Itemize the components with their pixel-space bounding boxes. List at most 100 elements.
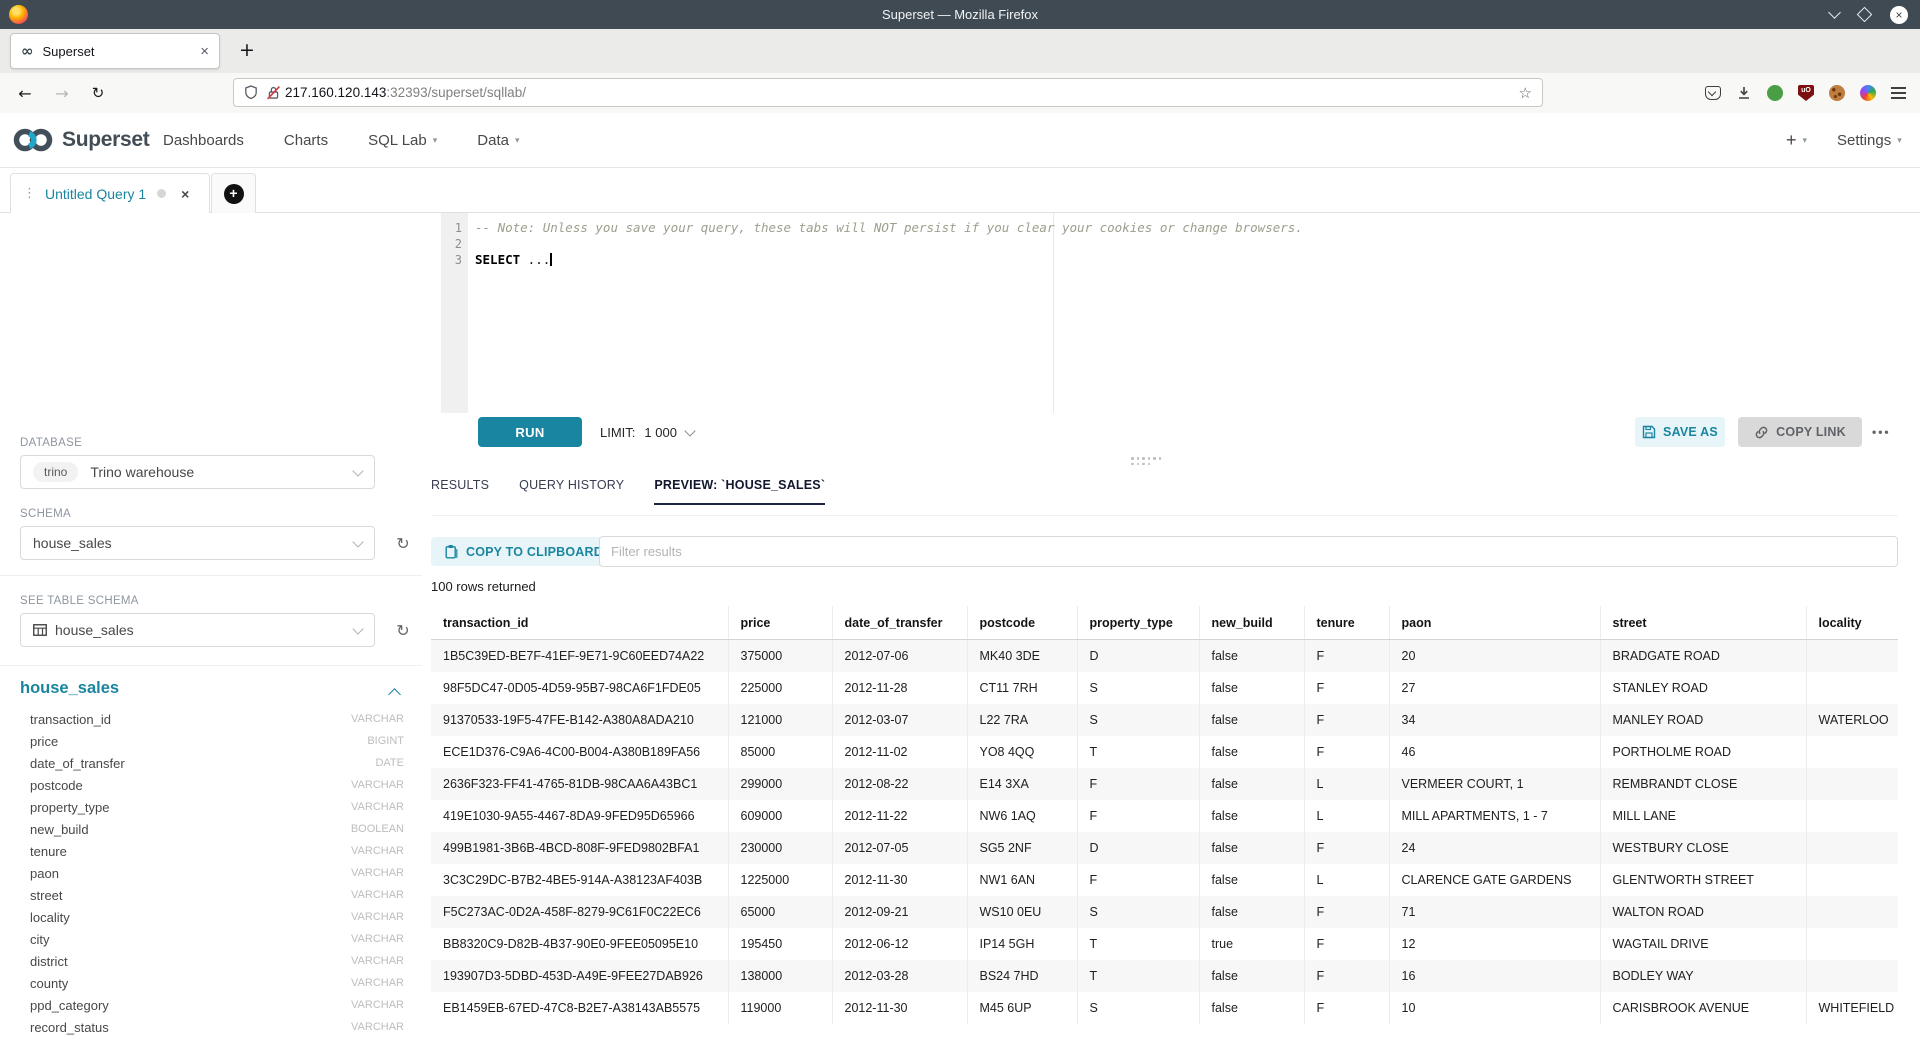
column-header-transaction_id[interactable]: transaction_id [431,606,728,640]
table-cell: 230000 [728,832,832,864]
column-row: new_buildBOOLEAN [20,818,404,840]
browser-new-tab-button[interactable]: + [233,37,261,65]
download-icon[interactable] [1736,85,1752,101]
chevron-down-icon [352,465,363,476]
column-type: VARCHAR [351,955,404,967]
filter-results-input[interactable] [599,536,1898,567]
column-header-date_of_transfer[interactable]: date_of_transfer [832,606,967,640]
table-cell: BS24 7HD [967,960,1077,992]
editor-lines[interactable]: -- Note: Unless you save your query, the… [475,220,1898,268]
table-row: EB1459EB-67ED-47C8-B2E7-A38143AB55751190… [431,992,1898,1024]
url-input[interactable]: 217.160.120.143:32393/superset/sqllab/ ☆ [233,78,1543,107]
table-cell: 16 [1389,960,1600,992]
column-name: tenure [30,844,67,859]
table-cell: F [1304,992,1389,1024]
nav-item-data[interactable]: Data▾ [477,132,519,149]
superset-favicon-icon: ∞ [21,42,34,60]
results-tab-preview[interactable]: PREVIEW: `HOUSE_SALES` [654,478,825,505]
schema-refresh-icon[interactable]: ↻ [393,534,413,553]
sql-text [475,236,483,251]
table-cell: 98F5DC47-0D05-4D59-95B7-98CA6F1FDE05 [431,672,728,704]
browser-tab[interactable]: ∞ Superset × [10,33,220,69]
window-maximize-icon[interactable] [1857,7,1873,23]
window-minimize-icon[interactable] [1828,6,1841,19]
table-cell: true [1199,928,1304,960]
more-actions-button[interactable]: ••• [1872,416,1891,448]
pocket-icon[interactable] [1705,86,1721,100]
table-select[interactable]: house_sales [20,613,375,647]
editor-line[interactable]: SELECT ... [475,252,1898,268]
menu-hamburger-icon[interactable] [1891,87,1906,89]
table-cell: false [1199,832,1304,864]
column-row: ppd_categoryVARCHAR [20,994,404,1016]
database-select[interactable]: trino Trino warehouse [20,455,375,489]
tab-close-icon[interactable]: × [200,43,209,60]
window-close-icon[interactable]: × [1890,6,1908,24]
results-tab-results[interactable]: RESULTS [431,478,489,505]
limit-dropdown[interactable]: LIMIT: 1 000 [600,416,694,448]
results-tab-query-history[interactable]: QUERY HISTORY [519,478,624,505]
column-header-paon[interactable]: paon [1389,606,1600,640]
table-cell: 24 [1389,832,1600,864]
drag-handle-icon[interactable]: ⋮ [23,186,36,201]
bookmark-star-icon[interactable]: ☆ [1519,84,1532,102]
nav-item-charts[interactable]: Charts [284,132,328,149]
collapse-chevron-icon[interactable] [388,688,401,701]
table-refresh-icon[interactable]: ↻ [393,621,413,640]
column-header-property_type[interactable]: property_type [1077,606,1199,640]
column-header-locality[interactable]: locality [1806,606,1898,640]
editor-line[interactable] [475,236,1898,252]
column-header-tenure[interactable]: tenure [1304,606,1389,640]
superset-logo[interactable]: Superset [12,126,149,154]
extension-ublock-icon[interactable]: uO [1798,85,1814,101]
table-cell: 65000 [728,896,832,928]
link-icon [1754,425,1769,440]
schema-select[interactable]: house_sales [20,526,375,560]
extension-color-icon[interactable] [1860,85,1876,101]
nav-item-label: Charts [284,132,328,149]
run-button[interactable]: RUN [478,417,582,447]
column-header-street[interactable]: street [1600,606,1806,640]
table-cell: S [1077,704,1199,736]
table-cell: S [1077,672,1199,704]
column-row: localityVARCHAR [20,906,404,928]
column-type: VARCHAR [351,801,404,813]
column-header-new_build[interactable]: new_build [1199,606,1304,640]
table-cell: STANLEY ROAD [1600,672,1806,704]
save-as-button[interactable]: SAVE AS [1635,417,1725,447]
back-button[interactable]: ← [10,73,40,113]
column-header-postcode[interactable]: postcode [967,606,1077,640]
nav-add-button[interactable]: +▾ [1786,113,1807,168]
column-type: BIGINT [367,735,404,747]
editor-toolbar: RUN LIMIT: 1 000 SAVE AS COPY LINK ••• [435,416,1898,449]
insecure-lock-icon[interactable] [266,85,281,100]
copy-link-button[interactable]: COPY LINK [1738,417,1862,447]
table-cell: 71 [1389,896,1600,928]
sql-editor[interactable]: 123 -- Note: Unless you save your query,… [435,213,1898,413]
query-tab-label: Untitled Query 1 [45,186,146,202]
table-cell: T [1077,736,1199,768]
table-row: 2636F323-FF41-4765-81DB-98CAA6A43BC12990… [431,768,1898,800]
save-floppy-icon [1642,425,1656,439]
extension-cookie-icon[interactable] [1829,85,1845,101]
query-tab-active[interactable]: ⋮ Untitled Query 1 × [10,173,210,213]
table-cell: 46 [1389,736,1600,768]
pane-resize-handle[interactable] [1131,457,1161,465]
column-header-price[interactable]: price [728,606,832,640]
editor-line[interactable]: -- Note: Unless you save your query, the… [475,220,1898,236]
nav-settings-menu[interactable]: Settings▾ [1837,113,1902,168]
shield-icon[interactable] [244,85,258,100]
reload-button[interactable]: ↻ [83,73,113,113]
nav-item-dashboards[interactable]: Dashboards [163,132,244,149]
table-name-heading: house_sales [20,679,119,698]
copy-to-clipboard-button[interactable]: COPY TO CLIPBOARD [431,537,617,566]
query-tab-close-icon[interactable]: × [181,186,189,202]
sql-comment: -- Note: Unless you save your query, the… [475,220,1303,235]
nav-item-sql-lab[interactable]: SQL Lab▾ [368,132,437,149]
gutter-line-number: 2 [441,236,468,252]
sql-text: ... [520,252,550,267]
table-cell: 91370533-19F5-47FE-B142-A380A8ADA210 [431,704,728,736]
forward-button[interactable]: → [47,73,77,113]
new-query-tab-button[interactable]: + [211,173,256,213]
extension-privacy-badger-icon[interactable] [1767,85,1783,101]
